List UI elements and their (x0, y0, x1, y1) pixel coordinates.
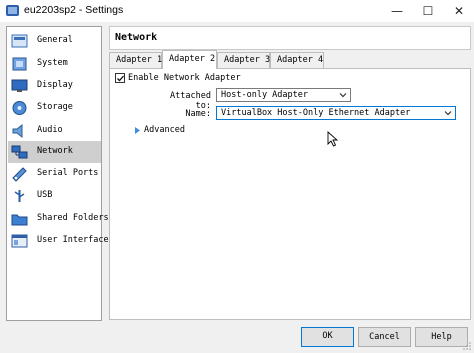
tab-adapter-4[interactable]: Adapter 4 (270, 52, 324, 68)
network-icon (11, 145, 28, 159)
sidebar-item-system[interactable]: System (8, 53, 101, 75)
sidebar-item-label: Shared Folders (37, 213, 109, 223)
tab-adapter-2[interactable]: Adapter 2 (162, 50, 217, 69)
close-button[interactable]: ✕ (444, 0, 474, 22)
chevron-down-icon (339, 93, 347, 98)
tab-label: Adapter 4 (277, 55, 324, 65)
advanced-toggle[interactable]: Advanced (144, 125, 185, 135)
sidebar-item-label: Network (37, 146, 73, 156)
sidebar-item-label: Storage (37, 102, 73, 112)
page-title: Network (115, 32, 158, 43)
checkmark-icon (117, 75, 124, 82)
adapter-name-select[interactable]: VirtualBox Host-Only Ethernet Adapter (216, 106, 456, 120)
sidebar-item-label: System (37, 58, 68, 68)
chevron-down-icon (444, 111, 452, 116)
page-title-box: Network (109, 26, 471, 50)
resize-grip-icon[interactable] (462, 341, 472, 351)
sidebar-item-shared-folders[interactable]: Shared Folders (8, 208, 109, 230)
minimize-button[interactable]: — (382, 0, 412, 22)
expand-arrow-icon[interactable] (134, 126, 141, 135)
sidebar-item-label: Audio (37, 125, 63, 135)
window-title: eu2203sp2 - Settings (24, 4, 124, 16)
system-icon (12, 57, 27, 71)
sidebar-item-display[interactable]: Display (8, 75, 101, 97)
sidebar-item-label: Serial Ports (37, 168, 99, 178)
enable-adapter-label[interactable]: Enable Network Adapter (128, 73, 241, 83)
sidebar-item-label: Display (37, 80, 73, 90)
tab-label: Adapter 1 (116, 55, 163, 65)
settings-sidebar: General System Display Storage Audio Net… (6, 26, 109, 321)
serial-ports-icon (12, 167, 27, 182)
tab-adapter-1[interactable]: Adapter 1 (109, 52, 162, 68)
sidebar-item-network[interactable]: Network (8, 141, 101, 163)
attached-to-select[interactable]: Host-only Adapter (216, 88, 351, 102)
cancel-button[interactable]: Cancel (358, 327, 411, 347)
sidebar-item-general[interactable]: General (8, 30, 101, 52)
name-label: Name: (185, 109, 211, 119)
mouse-cursor-icon (327, 131, 339, 147)
maximize-button[interactable]: ☐ (413, 0, 443, 22)
display-icon (11, 79, 28, 92)
sidebar-item-serial-ports[interactable]: Serial Ports (8, 163, 101, 185)
usb-icon (14, 190, 25, 202)
storage-icon (12, 101, 27, 115)
attached-to-label: Attached to: (170, 91, 211, 111)
tab-label: Adapter 2 (169, 54, 216, 64)
user-interface-icon (11, 234, 28, 248)
ok-button[interactable]: OK (301, 327, 354, 347)
sidebar-item-label: USB (37, 190, 53, 200)
tab-adapter-3[interactable]: Adapter 3 (217, 52, 270, 68)
title-bar: eu2203sp2 - Settings — ☐ ✕ (0, 0, 474, 23)
enable-adapter-checkbox[interactable] (115, 73, 125, 83)
general-icon (11, 34, 28, 48)
attached-to-value: Host-only Adapter (221, 90, 308, 100)
sidebar-item-storage[interactable]: Storage (8, 97, 101, 119)
virtualbox-icon (6, 5, 19, 16)
sidebar-item-user-interface[interactable]: User Interface (8, 230, 109, 252)
sidebar-item-label: General (37, 35, 73, 45)
sidebar-item-label: User Interface (37, 235, 109, 245)
tab-label: Adapter 3 (224, 55, 271, 65)
shared-folders-icon (11, 214, 28, 226)
help-button[interactable]: Help (415, 327, 468, 347)
sidebar-item-usb[interactable]: USB (8, 185, 101, 207)
adapter-name-value: VirtualBox Host-Only Ethernet Adapter (221, 108, 411, 118)
audio-icon (12, 123, 23, 139)
sidebar-item-audio[interactable]: Audio (8, 120, 101, 142)
